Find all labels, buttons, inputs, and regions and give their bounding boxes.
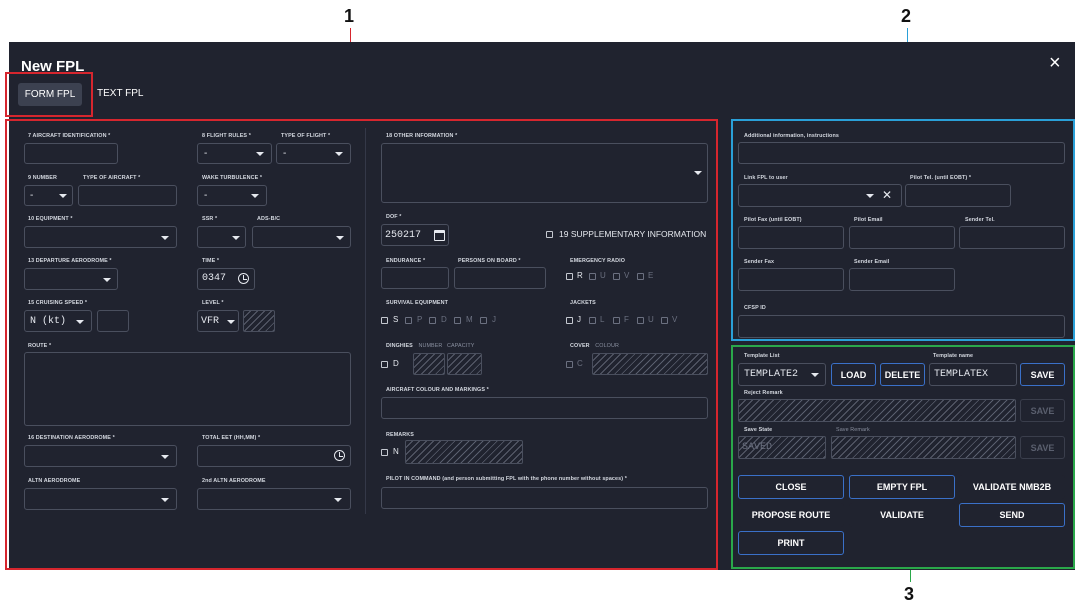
callout-3: 3 — [904, 584, 915, 604]
tab-text-fpl[interactable]: TEXT FPL — [97, 88, 144, 99]
highlight-template-box — [731, 345, 1075, 569]
highlight-extra-box — [731, 119, 1075, 341]
highlight-tab-box — [5, 72, 93, 117]
callout-line-3 — [910, 568, 911, 582]
highlight-form-box — [5, 119, 718, 570]
callout-2: 2 — [901, 6, 912, 26]
close-icon[interactable]: × — [1049, 52, 1061, 75]
callout-1: 1 — [344, 6, 355, 26]
